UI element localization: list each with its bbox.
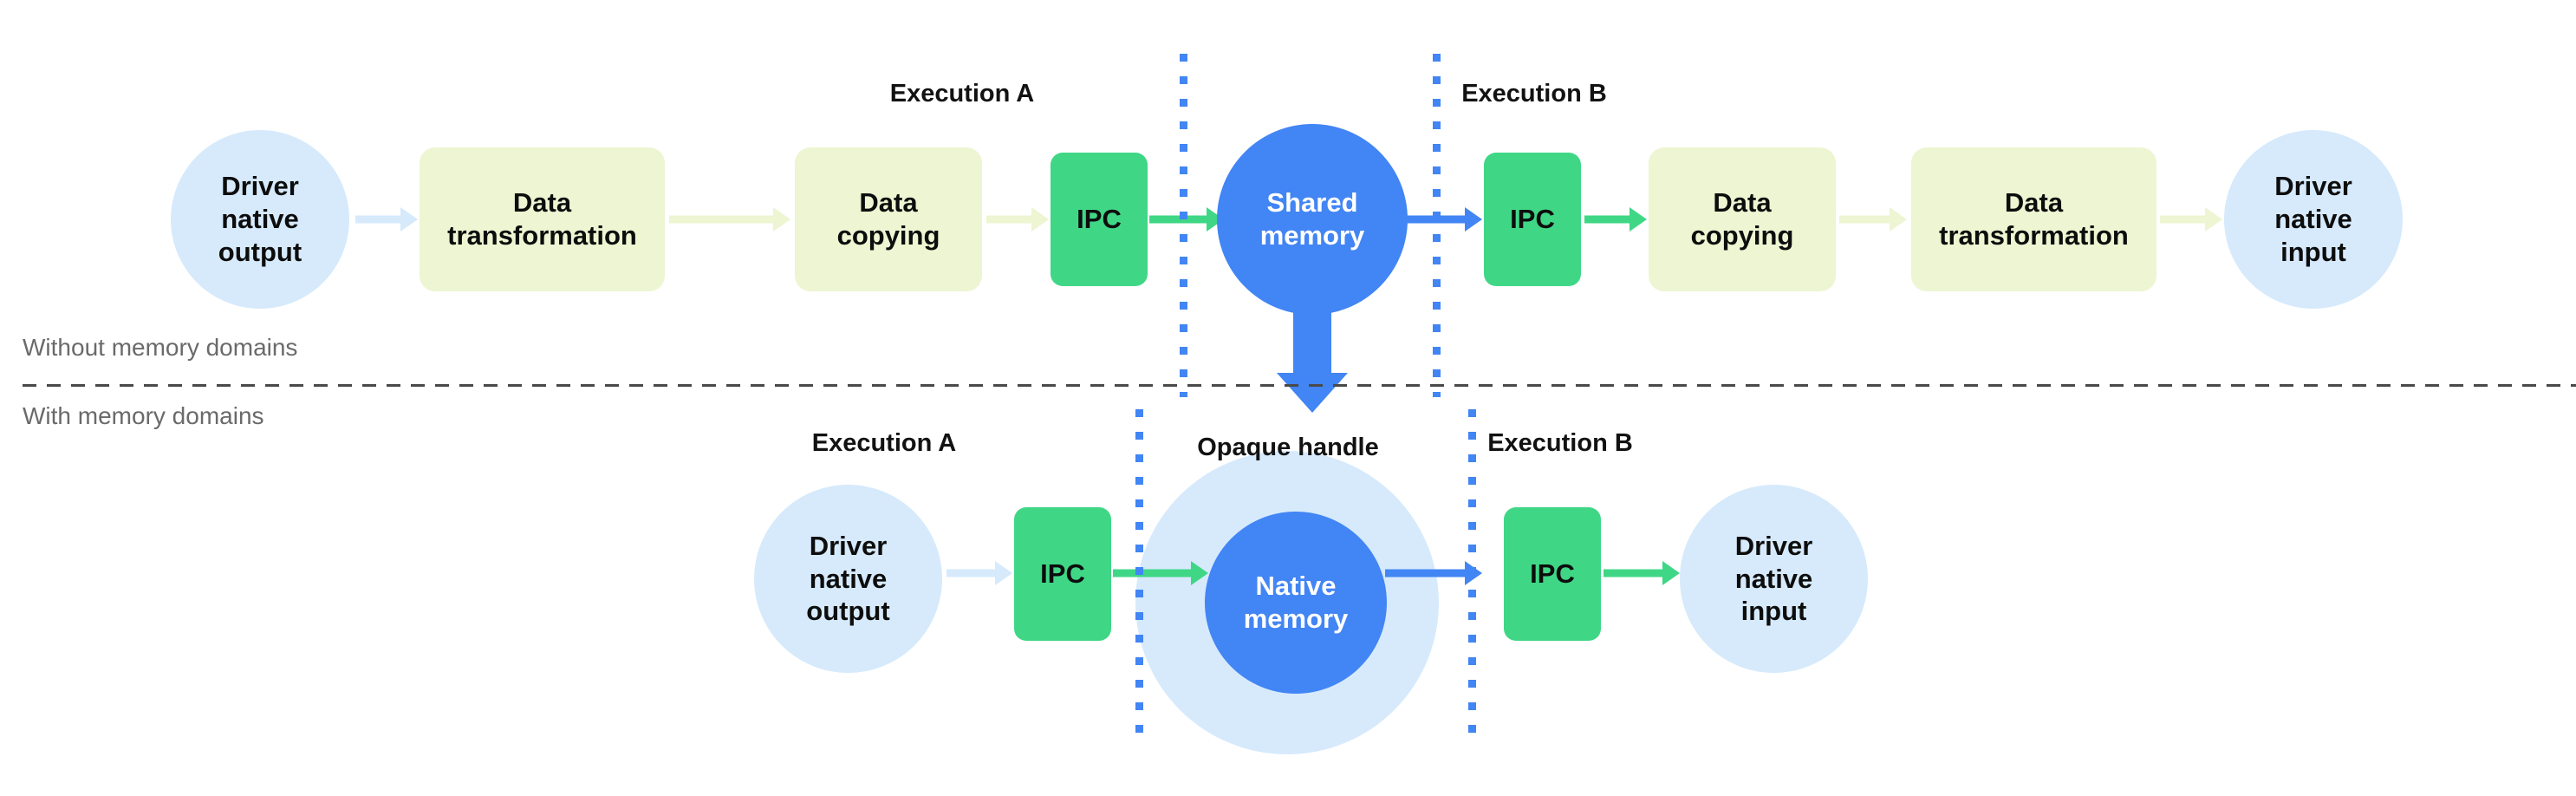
arrow-head xyxy=(995,561,1012,585)
down-arrow-head xyxy=(1277,373,1348,413)
arrow-head xyxy=(1465,207,1482,232)
arrow-shaft xyxy=(1584,215,1633,224)
arrow-head xyxy=(1191,561,1208,585)
arrow-shaft xyxy=(1385,569,1468,577)
opaque-handle-label: Opaque handle xyxy=(1197,434,1379,461)
top-data-copying-left-box: Data copying xyxy=(795,147,982,291)
arrow-head xyxy=(2205,207,2222,232)
diagram-canvas: Execution A Execution B Driver native outp… xyxy=(0,0,2576,796)
bottom-domain-boundary-left xyxy=(1135,409,1143,739)
arrow-head xyxy=(1662,561,1680,585)
top-ipc-right-box: IPC xyxy=(1484,153,1581,286)
top-execution-a-label: Execution A xyxy=(889,80,1035,108)
bottom-driver-native-input-circle: Driver native input xyxy=(1680,485,1868,673)
arrow-shaft xyxy=(946,569,999,577)
arrow-shaft xyxy=(669,215,777,224)
arrow-head xyxy=(773,207,790,232)
arrow-head xyxy=(1890,207,1907,232)
top-domain-boundary-right xyxy=(1433,54,1441,397)
bottom-ipc-left-box: IPC xyxy=(1014,507,1111,641)
top-data-transformation-left-box: Data transformation xyxy=(420,147,665,291)
top-driver-native-input-circle: Driver native input xyxy=(2224,130,2403,309)
arrow-head xyxy=(400,207,418,232)
shared-memory-to-native-memory-arrow xyxy=(1274,302,1350,413)
arrow-head xyxy=(1031,207,1049,232)
top-data-transformation-right-box: Data transformation xyxy=(1911,147,2156,291)
arrow-shaft xyxy=(986,215,1035,224)
bottom-execution-b-label: Execution B xyxy=(1487,429,1633,457)
top-ipc-left-box: IPC xyxy=(1051,153,1148,286)
bottom-execution-a-label: Execution A xyxy=(811,429,957,457)
arrow-shaft xyxy=(2160,215,2208,224)
down-arrow-shaft xyxy=(1293,302,1331,375)
top-domain-boundary-left xyxy=(1180,54,1187,397)
with-memory-domains-label: With memory domains xyxy=(23,402,264,429)
arrow-shaft xyxy=(1839,215,1893,224)
memory-domain-divider xyxy=(23,384,2576,387)
bottom-driver-native-output-circle: Driver native output xyxy=(754,485,942,673)
without-memory-domains-label: Without memory domains xyxy=(23,334,298,361)
bottom-ipc-right-box: IPC xyxy=(1504,507,1601,641)
arrow-shaft xyxy=(355,215,404,224)
arrow-shaft xyxy=(1603,569,1666,577)
top-data-copying-right-box: Data copying xyxy=(1649,147,1836,291)
bottom-domain-boundary-right xyxy=(1468,409,1476,739)
bottom-native-memory-circle: Native memory xyxy=(1205,512,1387,694)
top-shared-memory-circle: Shared memory xyxy=(1217,124,1408,315)
arrow-shaft xyxy=(1113,569,1194,577)
arrow-head xyxy=(1630,207,1647,232)
top-execution-b-label: Execution B xyxy=(1461,80,1607,108)
top-driver-native-output-circle: Driver native output xyxy=(171,130,349,309)
